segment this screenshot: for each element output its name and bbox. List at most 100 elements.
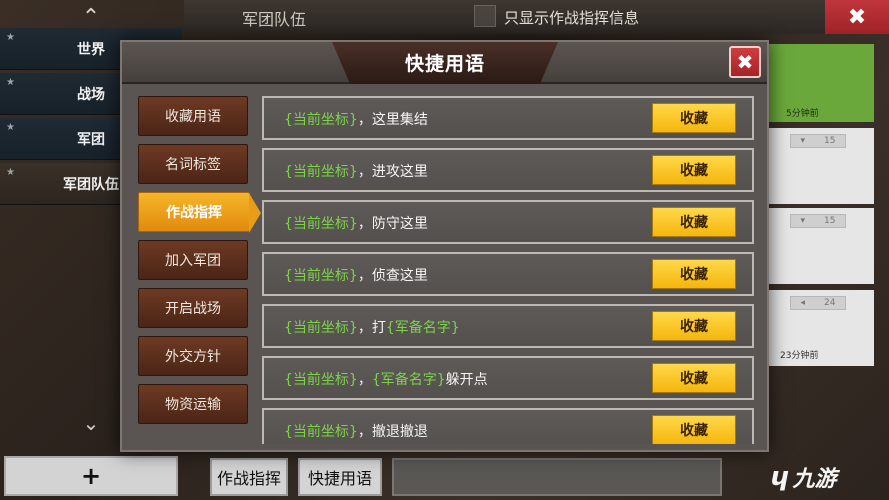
phrase-text: {当前坐标}，进攻这里 [284, 161, 428, 181]
chat-topbar: 军团队伍 只显示作战指挥信息 ✖ [184, 0, 889, 34]
phrase-row[interactable]: {当前坐标}，进攻这里 收藏 [262, 148, 754, 192]
phrase-body: 防守这里 [371, 216, 428, 232]
caret-down-icon: ▾ [800, 136, 806, 146]
dialog-title: 快捷用语 [404, 52, 485, 75]
phrase-text: {当前坐标}，撤退撤退 [284, 421, 428, 441]
command-only-label: 只显示作战指挥信息 [504, 9, 640, 27]
phrase-sep: ， [357, 320, 372, 336]
caret-left-icon: ◂ [800, 298, 806, 308]
phrase-body: 躲开点 [445, 372, 488, 388]
tab-open-battlefield[interactable]: 开启战场 [138, 288, 248, 328]
tab-battle-command[interactable]: 作战指挥 [138, 192, 261, 233]
phrase-row[interactable]: {当前坐标}，这里集结 收藏 [262, 96, 754, 140]
phrase-text: {当前坐标}，侦查这里 [284, 265, 428, 285]
phrase-sep: ， [357, 424, 372, 440]
phrase-sep: ， [357, 164, 372, 180]
message-pill-value: 15 [824, 216, 836, 226]
phrase-body: 这里集结 [371, 112, 428, 128]
caret-down-icon: ▾ [800, 216, 806, 226]
logo-icon: ɥ [770, 462, 789, 492]
tab-label: 物资运输 [165, 397, 221, 413]
favorite-button[interactable]: 收藏 [652, 103, 736, 133]
phrase-body: 打 [371, 320, 386, 336]
message-pill: ◂ 24 [790, 296, 846, 310]
chat-input[interactable] [392, 458, 722, 496]
battle-command-label: 作战指挥 [216, 469, 281, 488]
message-pill: ▾ 15 [790, 214, 846, 228]
phrase-sep: ， [357, 216, 372, 232]
favorite-button[interactable]: 收藏 [652, 207, 736, 237]
phrase-text: {当前坐标}，防守这里 [284, 213, 428, 233]
phrase-text: {当前坐标}，打{军备名字} [284, 317, 460, 337]
coord-tag: {当前坐标} [284, 424, 358, 440]
close-icon: ✖ [847, 4, 867, 30]
tab-join-legion[interactable]: 加入军团 [138, 240, 248, 280]
tab-noun-tags[interactable]: 名词标签 [138, 144, 248, 184]
coord-tag: {当前坐标} [284, 216, 358, 232]
tab-saved-phrases[interactable]: 收藏用语 [138, 96, 248, 136]
scroll-down-icon[interactable]: ⌄ [78, 410, 104, 436]
active-arrow-icon [249, 193, 261, 233]
message-pill: ▾ 15 [790, 134, 846, 148]
favorite-button[interactable]: 收藏 [652, 311, 736, 341]
dialog-header: 快捷用语 ✖ [122, 42, 767, 84]
tab-label: 收藏用语 [165, 109, 221, 125]
coord-tag: {当前坐标} [284, 372, 358, 388]
tab-label: 加入军团 [165, 253, 221, 269]
phrase-row[interactable]: {当前坐标}，{军备名字}躲开点 收藏 [262, 356, 754, 400]
chat-close-button[interactable]: ✖ [825, 0, 889, 34]
quick-phrase-label: 快捷用语 [307, 469, 372, 488]
tab-label: 名词标签 [165, 157, 221, 173]
phrase-row[interactable]: {当前坐标}，打{军备名字} 收藏 [262, 304, 754, 348]
message-pill-value: 24 [824, 298, 836, 308]
chat-channel-title: 军团队伍 [242, 10, 307, 29]
plus-icon: + [80, 462, 102, 490]
message-card: ◂ 24 23分钟前 [768, 290, 874, 366]
phrase-row[interactable]: {当前坐标}，侦查这里 收藏 [262, 252, 754, 296]
coord-tag: {当前坐标} [284, 164, 358, 180]
quick-phrase-dialog: 快捷用语 ✖ 收藏用语 名词标签 作战指挥 加入军团 开启战场 外交方针 物资运… [120, 40, 769, 452]
phrase-body: 撤退撤退 [371, 424, 428, 440]
add-channel-button[interactable]: + [4, 456, 178, 496]
channel-label: 世界 [77, 41, 105, 58]
tab-label: 作战指挥 [166, 205, 222, 221]
battle-command-button[interactable]: 作战指挥 [210, 458, 288, 496]
dialog-close-button[interactable]: ✖ [729, 46, 761, 78]
pin-icon: ★ [6, 167, 15, 178]
coord-tag: {当前坐标} [284, 320, 358, 336]
tab-label: 外交方针 [165, 349, 221, 365]
pin-icon: ★ [6, 122, 15, 133]
favorite-button[interactable]: 收藏 [652, 363, 736, 393]
message-pill-value: 15 [824, 136, 836, 146]
message-card: ▾ 15 [768, 208, 874, 284]
phrase-body: 侦查这里 [371, 268, 428, 284]
phrase-row[interactable]: {当前坐标}，防守这里 收藏 [262, 200, 754, 244]
command-only-checkbox[interactable] [474, 5, 496, 27]
watermark-text: 九游 [792, 467, 837, 492]
channel-label: 战场 [77, 86, 105, 103]
channel-label: 军团队伍 [63, 176, 119, 193]
unit-tag: {军备名字} [371, 372, 446, 388]
phrase-sep: ， [357, 372, 372, 388]
phrase-list[interactable]: {当前坐标}，这里集结 收藏 {当前坐标}，进攻这里 收藏 {当前坐标}，防守这… [262, 94, 757, 444]
message-time: 5分钟前 [786, 109, 819, 119]
tab-label: 开启战场 [165, 301, 221, 317]
phrase-text: {当前坐标}，这里集结 [284, 109, 428, 129]
quick-phrase-button[interactable]: 快捷用语 [298, 458, 382, 496]
unit-tag: {军备名字} [385, 320, 460, 336]
coord-tag: {当前坐标} [284, 112, 358, 128]
coord-tag: {当前坐标} [284, 268, 358, 284]
favorite-button[interactable]: 收藏 [652, 259, 736, 289]
tab-supply-transport[interactable]: 物资运输 [138, 384, 248, 424]
phrase-sep: ， [357, 112, 372, 128]
favorite-button[interactable]: 收藏 [652, 155, 736, 185]
phrase-text: {当前坐标}，{军备名字}躲开点 [284, 369, 488, 389]
phrase-body: 进攻这里 [371, 164, 428, 180]
tab-diplomacy[interactable]: 外交方针 [138, 336, 248, 376]
phrase-sep: ， [357, 268, 372, 284]
close-icon: ✖ [736, 50, 754, 74]
phrase-row[interactable]: {当前坐标}，撤退撤退 收藏 [262, 408, 754, 444]
message-time: 23分钟前 [780, 351, 819, 361]
watermark-logo: ɥ 九游 [770, 460, 880, 494]
favorite-button[interactable]: 收藏 [652, 415, 736, 444]
